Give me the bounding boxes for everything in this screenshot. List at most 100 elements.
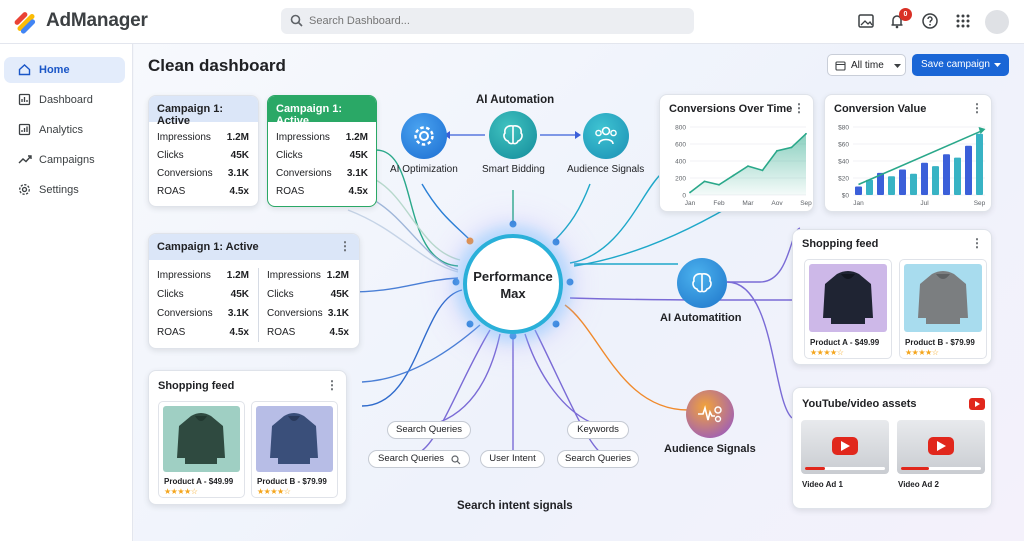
ai-automatition-node[interactable]	[677, 258, 727, 308]
pill-label: Search Queries	[378, 453, 445, 464]
x-tick-label: Jan	[685, 200, 696, 207]
youtube-icon	[969, 398, 985, 410]
hub-title: Performance Max	[467, 268, 559, 302]
keywords-pill[interactable]: Keywords	[567, 421, 629, 439]
metric-name: ROAS	[157, 327, 186, 338]
product-tile[interactable]: Product B - $79.99 ★★★★☆	[899, 259, 987, 359]
rating-stars: ★★★★☆	[164, 487, 198, 496]
y-tick-label: 800	[675, 125, 686, 132]
audience-signals-top-node[interactable]	[583, 113, 629, 159]
metric-value: 4.5x	[329, 327, 349, 338]
metric-value: 4.5x	[229, 186, 249, 197]
video-assets-title: YouTube/video assets	[802, 398, 917, 410]
conversion-value-bar-chart: $80 $60 $40 $20 $0Jan Jul Sep	[838, 125, 986, 208]
campaign-card-1[interactable]: Campaign 1: Active Impressions 1.2M Click…	[148, 95, 259, 207]
bar	[921, 162, 928, 195]
performance-max-hub[interactable]: Performance Max	[463, 234, 563, 334]
y-tick-label: $80	[838, 125, 849, 132]
audience-signals-bottom-label: Audience Signals	[664, 443, 756, 455]
video-progress-track	[901, 467, 981, 470]
data-point	[703, 180, 706, 183]
trend-arrowhead	[978, 126, 986, 134]
smart-bidding-label: Smart Bidding	[482, 164, 545, 175]
hoodie-image	[163, 406, 240, 472]
data-point	[689, 191, 691, 194]
metric-value: 4.5x	[229, 327, 249, 338]
metric-value: 4.5x	[348, 186, 368, 197]
column-divider	[258, 268, 259, 342]
more-options-icon[interactable]: ⋮	[326, 379, 338, 391]
search-queries-pill[interactable]: Search Queries	[368, 450, 470, 468]
product-tile[interactable]: Product A - $49.99 ★★★★☆	[158, 401, 245, 498]
y-tick-label: 200	[675, 176, 686, 183]
gear-icon	[414, 126, 434, 146]
metric-value: 1.2M	[326, 270, 349, 281]
metric-name: ROAS	[276, 186, 305, 197]
metric-value: 1.2M	[345, 132, 368, 143]
rating-stars: ★★★★☆	[905, 348, 939, 357]
bar	[976, 133, 983, 195]
x-tick-label: Aov	[771, 200, 783, 207]
metric-name: Impressions	[157, 132, 211, 143]
play-icon	[928, 437, 954, 455]
metric-value: 45K	[230, 289, 249, 300]
search-icon	[451, 455, 461, 465]
chevron-down-icon	[894, 64, 901, 68]
hub-title-line1: Performance	[473, 269, 553, 284]
shopping-feed-card-left[interactable]: Shopping feed ⋮ Product A - $49.99 ★★★★☆…	[148, 370, 347, 505]
play-icon	[832, 437, 858, 455]
hoodie-image	[256, 406, 333, 472]
date-filter-dropdown[interactable]: All time	[827, 54, 906, 76]
audience-signals-bottom-node[interactable]	[686, 390, 734, 438]
chevron-down-icon	[994, 63, 1001, 67]
video-thumbnail-1[interactable]	[801, 420, 889, 474]
more-options-icon[interactable]: ⋮	[339, 240, 351, 252]
campaign-card-3[interactable]: Campaign 1: Active ⋮ Impressions 1.2M Clic…	[148, 233, 360, 349]
video-thumbnail-2[interactable]	[897, 420, 985, 474]
search-queries-pill[interactable]: Search Queries	[387, 421, 471, 439]
product-tile[interactable]: Product A - $49.99 ★★★★☆	[804, 259, 892, 359]
product-tile[interactable]: Product B - $79.99 ★★★★☆	[251, 401, 338, 498]
ai-automation-title: AI Automation	[476, 94, 555, 106]
shopping-feed-card-right[interactable]: Shopping feed ⋮ Product A - $49.99 ★★★★☆…	[792, 229, 992, 365]
video-label: Video Ad 2	[898, 480, 939, 489]
save-campaign-button[interactable]: Save campaign	[912, 54, 1009, 76]
y-tick-label: 0	[682, 193, 686, 200]
y-tick-label: 600	[675, 142, 686, 149]
product-name: Product A - $49.99	[164, 477, 234, 486]
ai-optimization-label: AI Optimization	[390, 164, 458, 175]
y-tick-label: $60	[838, 142, 849, 149]
save-campaign-label: Save campaign	[921, 59, 990, 70]
ai-optimization-node[interactable]	[401, 113, 447, 159]
metric-value: 3.1K	[327, 308, 349, 319]
search-queries-pill[interactable]: Search Queries	[557, 450, 639, 468]
data-point	[761, 169, 764, 172]
data-point	[776, 149, 778, 152]
campaign-card-2[interactable]: Campaign 1: Active Impressions 1.2M Click…	[267, 95, 377, 207]
metric-name: Clicks	[276, 150, 303, 161]
campaign-title: Campaign 1: Active	[157, 103, 224, 127]
metric-name: Clicks	[267, 289, 294, 300]
video-assets-card[interactable]: YouTube/video assets Video Ad 1 Video Ad…	[792, 387, 992, 509]
conversion-value-chart-card[interactable]: Conversion Value ⋮ $80 $60 $40 $20 $0 Jan Jul S…	[824, 94, 992, 212]
trend-line	[858, 130, 982, 186]
campaign-card-header: Campaign 1: Active ⋮	[149, 234, 359, 260]
rating-stars: ★★★★☆	[810, 348, 844, 357]
y-tick-label: 400	[675, 159, 686, 166]
conversions-chart-card[interactable]: Conversions Over Time ⋮ 800 600 400 200 0 Jan…	[659, 94, 814, 212]
page-title: Clean dashboard	[148, 56, 286, 75]
bar	[932, 166, 939, 195]
rating-stars: ★★★★☆	[257, 487, 291, 496]
shopping-feed-title: Shopping feed	[802, 238, 879, 250]
bar	[910, 173, 917, 195]
search-intent-signals-title: Search intent signals	[457, 500, 573, 512]
more-options-icon[interactable]: ⋮	[971, 237, 983, 249]
audience-signals-top-label: Audience Signals	[567, 164, 645, 175]
bar	[954, 157, 961, 195]
product-name: Product B - $79.99	[257, 477, 327, 486]
y-tick-label: $20	[838, 176, 849, 183]
product-name: Product A - $49.99	[810, 338, 880, 347]
user-intent-pill[interactable]: User Intent	[480, 450, 545, 468]
smart-bidding-node[interactable]	[489, 111, 537, 159]
hoodie-image	[904, 264, 982, 332]
